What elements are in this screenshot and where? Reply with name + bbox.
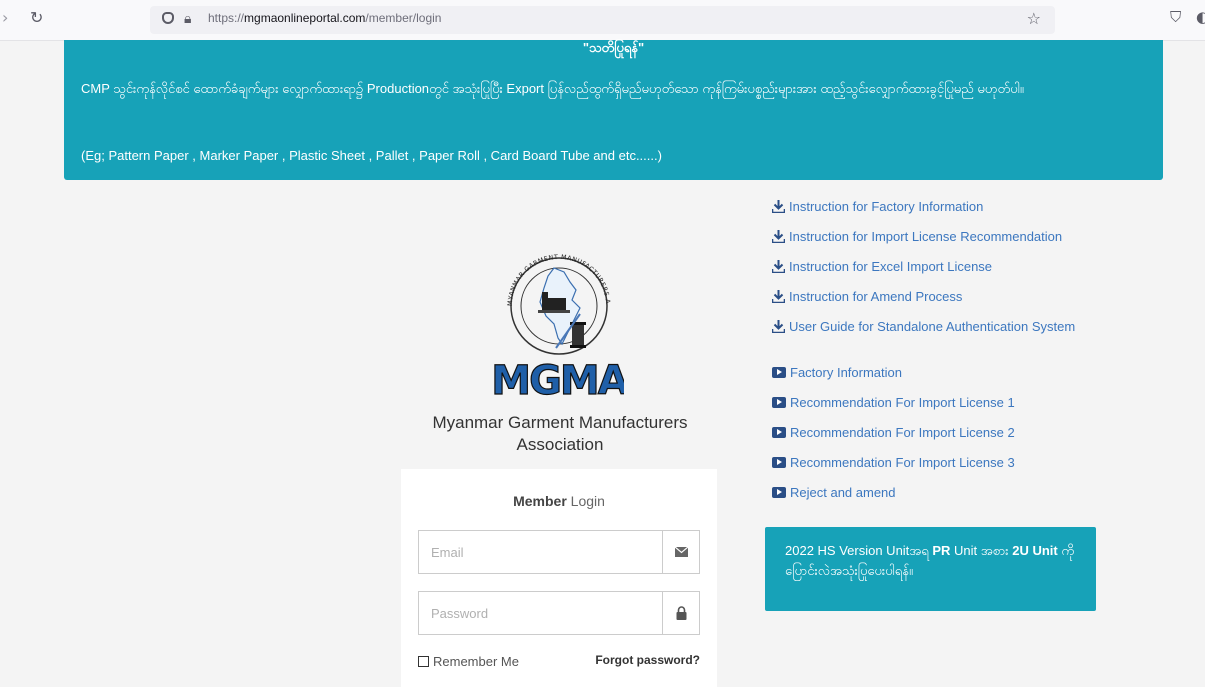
instruction-list: Instruction for Factory Information Instr… xyxy=(772,191,1075,341)
lock-icon[interactable]: 🔒︎ xyxy=(184,11,191,27)
unit-note: 2022 HS Version Unitအရ PR Unit အစား 2U U… xyxy=(765,527,1096,611)
video-link[interactable]: Reject and amend xyxy=(772,477,1015,507)
download-icon xyxy=(772,259,789,273)
download-icon xyxy=(772,319,789,333)
login-title: Member Login xyxy=(513,493,605,509)
mgma-logo: MYANMAR GARMENT MANUFACTURERS ASSOCIATIO… xyxy=(491,223,632,405)
remember-me-checkbox[interactable] xyxy=(418,656,429,667)
reload-icon[interactable]: ↻ xyxy=(30,8,43,27)
browser-toolbar: › ↻ 🔒︎ https://mgmaonlineportal.com/memb… xyxy=(0,0,1205,41)
organization-name: Myanmar Garment Manufacturers Associatio… xyxy=(432,413,688,454)
instruction-link-label: Instruction for Factory Information xyxy=(789,198,984,214)
download-icon xyxy=(772,289,789,303)
download-icon xyxy=(772,229,789,243)
video-link[interactable]: Recommendation For Import License 1 xyxy=(772,387,1015,417)
video-list: Factory Information Recommendation For Im… xyxy=(772,357,1015,507)
instruction-link-label: User Guide for Standalone Authentication… xyxy=(789,318,1076,334)
video-link-label: Recommendation For Import License 3 xyxy=(790,454,1015,470)
remember-me-label: Remember Me xyxy=(433,654,519,669)
play-video-icon xyxy=(772,426,786,438)
play-video-icon xyxy=(772,396,786,408)
account-icon[interactable]: ◐ xyxy=(1196,8,1205,26)
shield-icon[interactable] xyxy=(162,12,174,24)
notice-body: CMP သွင်းကုန်လိုင်စင် ထောက်ခံချက်များ လျ… xyxy=(81,81,1024,96)
play-video-icon xyxy=(772,366,786,378)
pocket-icon[interactable]: ⛉ xyxy=(1170,8,1181,26)
email-field[interactable] xyxy=(419,531,663,573)
instruction-link-label: Instruction for Import License Recommend… xyxy=(789,228,1063,244)
forgot-password-link[interactable]: Forgot password? xyxy=(595,653,700,667)
bookmark-star-icon[interactable]: ☆ xyxy=(1027,9,1041,28)
download-icon xyxy=(772,199,789,213)
play-video-icon xyxy=(772,486,786,498)
instruction-link-label: Instruction for Amend Process xyxy=(789,288,963,304)
password-field[interactable] xyxy=(419,592,663,634)
video-link-label: Reject and amend xyxy=(790,484,896,500)
video-link[interactable]: Recommendation For Import License 2 xyxy=(772,417,1015,447)
instruction-link[interactable]: Instruction for Import License Recommend… xyxy=(772,221,1075,251)
logo-text: MGMA xyxy=(494,358,624,396)
instruction-link-label: Instruction for Excel Import License xyxy=(789,258,993,274)
video-link[interactable]: Recommendation For Import License 3 xyxy=(772,447,1015,477)
lock-icon xyxy=(662,592,699,634)
instruction-link[interactable]: Instruction for Factory Information xyxy=(772,191,1075,221)
forward-icon[interactable]: › xyxy=(2,8,8,27)
notice-banner: "သတိပြုရန်" CMP သွင်းကုန်လိုင်စင် ထောက်ခ… xyxy=(64,40,1163,180)
video-link-label: Recommendation For Import License 1 xyxy=(790,394,1015,410)
remember-me[interactable]: Remember Me xyxy=(418,654,519,669)
instruction-link[interactable]: Instruction for Excel Import License xyxy=(772,251,1075,281)
url-text[interactable]: https://mgmaonlineportal.com/member/logi… xyxy=(208,11,441,25)
play-video-icon xyxy=(772,456,786,468)
address-bar[interactable]: 🔒︎ https://mgmaonlineportal.com/member/l… xyxy=(150,6,1055,34)
notice-heading: "သတိပြုရန်" xyxy=(582,40,645,55)
email-field-group xyxy=(418,530,700,574)
instruction-link[interactable]: User Guide for Standalone Authentication… xyxy=(772,311,1075,341)
video-link-label: Factory Information xyxy=(790,364,902,380)
password-field-group xyxy=(418,591,700,635)
envelope-icon xyxy=(662,531,699,573)
notice-example: (Eg; Pattern Paper , Marker Paper , Plas… xyxy=(81,148,662,163)
instruction-link[interactable]: Instruction for Amend Process xyxy=(772,281,1075,311)
video-link[interactable]: Factory Information xyxy=(772,357,1015,387)
video-link-label: Recommendation For Import License 2 xyxy=(790,424,1015,440)
login-box: Member Login Remember Me Forgot password… xyxy=(401,469,717,687)
